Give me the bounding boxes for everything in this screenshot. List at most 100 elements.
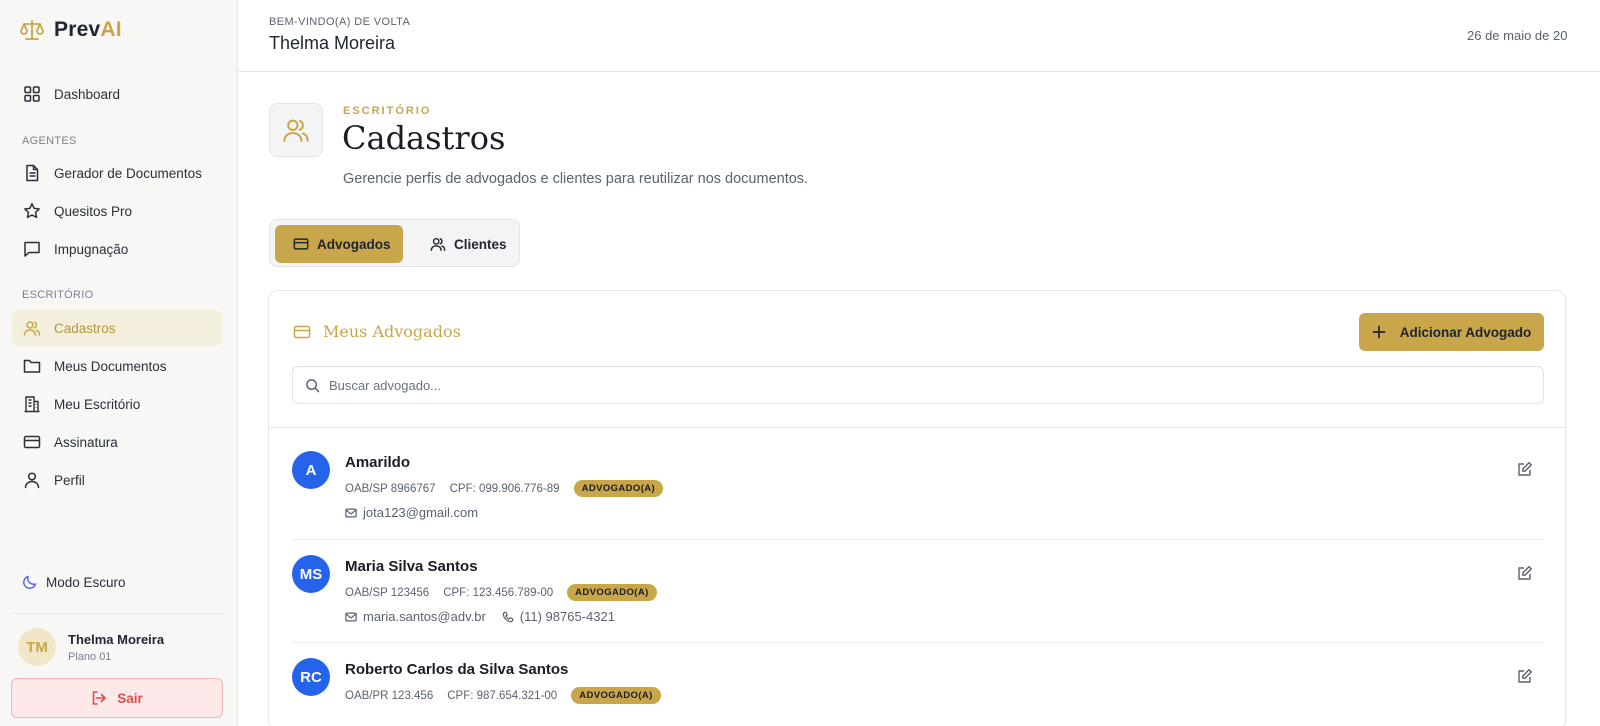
- row-divider: [292, 539, 1544, 540]
- lawyer-name: Maria Silva Santos: [345, 558, 478, 575]
- lawyer-oab: OAB/PR 123.456: [345, 689, 434, 702]
- tab-advogados[interactable]: Advogados: [275, 225, 403, 263]
- lawyer-contact: jota123@gmail.com: [345, 505, 478, 520]
- dark-mode-toggle[interactable]: Modo Escuro: [22, 574, 126, 590]
- brand-name: PrevAI: [54, 18, 122, 41]
- document-icon: [22, 163, 42, 183]
- lawyer-phone: (11) 98765-4321: [519, 609, 615, 624]
- lawyer-meta: OAB/SP 8966767 CPF: 099.906.776-89 ADVOG…: [345, 480, 664, 497]
- page-icon-box: [269, 103, 323, 157]
- sidebar-item-dashboard[interactable]: Dashboard: [12, 76, 222, 112]
- sidebar-item-perfil[interactable]: Perfil: [12, 462, 222, 498]
- sidebar-item-impugnacao[interactable]: Impugnação: [12, 231, 222, 267]
- users-icon: [430, 236, 446, 252]
- building-icon: [22, 394, 42, 414]
- tab-label: Advogados: [317, 236, 391, 252]
- edit-button[interactable]: [1517, 461, 1533, 477]
- logo[interactable]: PrevAI: [20, 18, 122, 42]
- mail-icon: [345, 507, 357, 519]
- header-date: 26 de maio de 20: [1467, 28, 1568, 43]
- message-square-icon: [22, 239, 42, 259]
- sidebar-item-quesitos-pro[interactable]: Quesitos Pro: [12, 193, 222, 229]
- user-profile[interactable]: TM Thelma Moreira Plano 01: [18, 628, 164, 666]
- users-icon: [22, 318, 42, 338]
- edit-button[interactable]: [1517, 668, 1533, 684]
- top-header: BEM-VINDO(A) DE VOLTA Thelma Moreira 26 …: [238, 0, 1600, 72]
- star-icon: [22, 201, 42, 221]
- avatar: MS: [292, 555, 330, 593]
- role-badge: ADVOGADO(A): [567, 584, 657, 601]
- edit-icon: [1517, 565, 1533, 581]
- lawyer-email: maria.santos@adv.br: [363, 609, 486, 624]
- lawyer-name: Amarildo: [345, 454, 411, 471]
- dark-mode-label: Modo Escuro: [46, 574, 126, 590]
- sidebar-item-meu-escritorio[interactable]: Meu Escritório: [12, 386, 222, 422]
- user-icon: [22, 470, 42, 490]
- phone-item: (11) 98765-4321: [502, 609, 615, 624]
- credit-card-icon: [22, 432, 42, 452]
- avatar: RC: [292, 658, 330, 696]
- card-title: Meus Advogados: [292, 322, 461, 341]
- logout-button[interactable]: Sair: [11, 678, 223, 718]
- lawyer-oab: OAB/SP 8966767: [345, 482, 436, 495]
- phone-icon: [502, 611, 514, 623]
- page-subtitle: Gerencie perfis de advogados e clientes …: [343, 171, 809, 187]
- lawyer-cpf: CPF: 099.906.776-89: [449, 482, 560, 495]
- section-label-agentes: AGENTES: [22, 135, 77, 147]
- sidebar-divider: [12, 613, 224, 614]
- card-divider: [269, 427, 1565, 428]
- sidebar-item-label: Perfil: [54, 472, 85, 488]
- users-icon: [282, 116, 310, 144]
- header-user-name: Thelma Moreira: [269, 33, 396, 53]
- avatar: A: [292, 451, 330, 489]
- edit-icon: [1517, 461, 1533, 477]
- role-badge: ADVOGADO(A): [571, 687, 661, 704]
- scales-icon: [20, 19, 44, 41]
- credit-card-icon: [292, 323, 312, 341]
- logout-icon: [91, 690, 107, 706]
- moon-icon: [22, 574, 38, 590]
- sidebar-item-label: Gerador de Documentos: [54, 165, 202, 181]
- sidebar-item-gerador-de-documentos[interactable]: Gerador de Documentos: [12, 155, 222, 191]
- avatar: TM: [18, 628, 56, 666]
- lawyer-name: Roberto Carlos da Silva Santos: [345, 661, 569, 678]
- lawyer-oab: OAB/SP 123456: [345, 586, 430, 599]
- page-eyebrow: ESCRITÓRIO: [343, 105, 432, 117]
- sidebar-item-meus-documentos[interactable]: Meus Documentos: [12, 348, 222, 384]
- tab-label: Clientes: [454, 236, 507, 252]
- folder-icon: [22, 356, 42, 376]
- lawyer-cpf: CPF: 987.654.321-00: [447, 689, 558, 702]
- logout-label: Sair: [117, 690, 143, 706]
- sidebar-item-label: Meu Escritório: [54, 396, 141, 412]
- plus-icon: [1372, 325, 1386, 339]
- page-title: Cadastros: [342, 119, 506, 157]
- section-label-escritorio: ESCRITÓRIO: [22, 289, 94, 301]
- sidebar-item-cadastros[interactable]: Cadastros: [12, 310, 222, 346]
- lawyer-meta: OAB/SP 123456 CPF: 123.456.789-00 ADVOGA…: [345, 584, 657, 601]
- lawyer-meta: OAB/PR 123.456 CPF: 987.654.321-00 ADVOG…: [345, 687, 661, 704]
- search-field: [292, 366, 1544, 404]
- lawyer-contact: maria.santos@adv.br (11) 98765-4321: [345, 609, 615, 624]
- role-badge: ADVOGADO(A): [573, 480, 664, 497]
- card-title-text: Meus Advogados: [323, 322, 461, 341]
- sidebar-item-label: Meus Documentos: [54, 358, 167, 374]
- welcome-label: BEM-VINDO(A) DE VOLTA: [269, 16, 411, 28]
- sidebar-item-label: Dashboard: [54, 86, 121, 102]
- edit-button[interactable]: [1517, 565, 1533, 581]
- lawyer-cpf: CPF: 123.456.789-00: [443, 586, 554, 599]
- sidebar-item-label: Cadastros: [54, 320, 116, 336]
- add-lawyer-label: Adicionar Advogado: [1399, 324, 1532, 340]
- tab-clientes[interactable]: Clientes: [412, 225, 525, 263]
- sidebar-item-label: Quesitos Pro: [54, 203, 133, 219]
- sidebar-item-label: Assinatura: [54, 434, 118, 450]
- sidebar-item-assinatura[interactable]: Assinatura: [12, 424, 222, 460]
- mail-icon: [345, 611, 357, 623]
- row-divider: [292, 642, 1544, 643]
- lawyer-email: jota123@gmail.com: [363, 505, 479, 520]
- user-plan: Plano 01: [68, 650, 112, 663]
- email-item: jota123@gmail.com: [345, 505, 478, 520]
- add-lawyer-button[interactable]: Adicionar Advogado: [1359, 313, 1544, 351]
- search-icon: [305, 378, 320, 393]
- tabs: Advogados Clientes: [269, 219, 520, 267]
- search-input[interactable]: [329, 377, 1509, 393]
